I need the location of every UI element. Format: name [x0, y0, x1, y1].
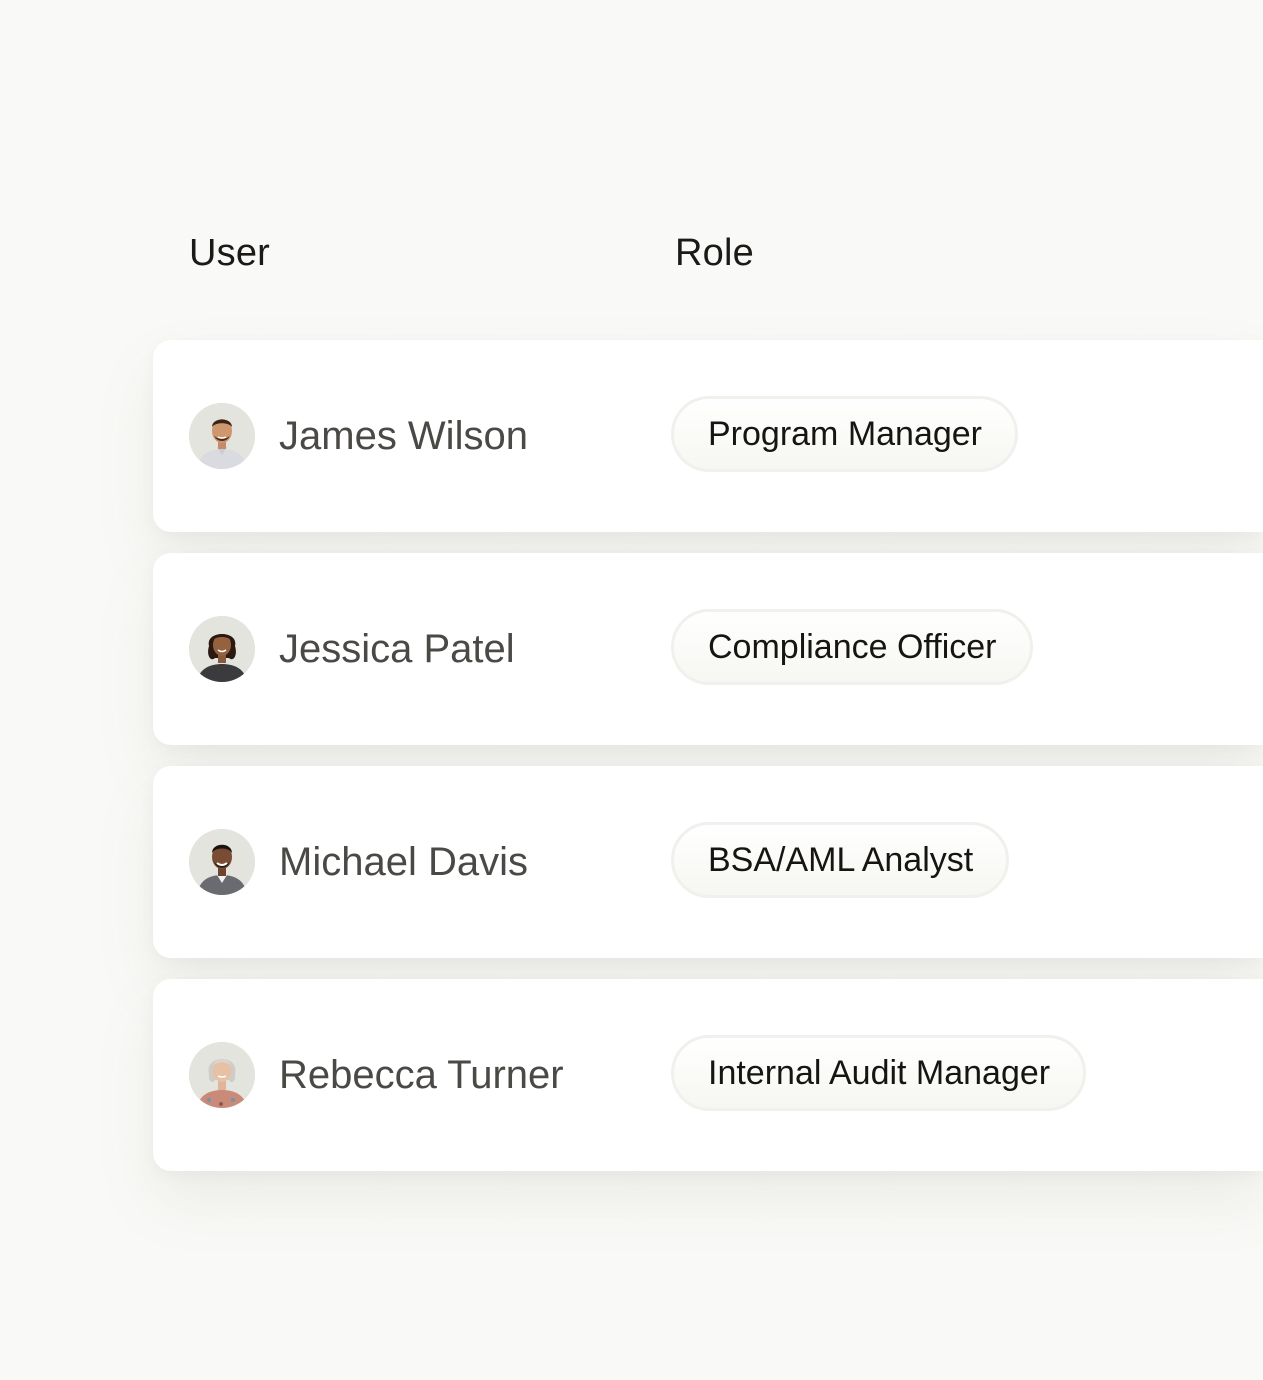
role-label: Internal Audit Manager	[708, 1054, 1051, 1092]
role-badge[interactable]: BSA/AML Analyst	[671, 822, 1010, 898]
user-name: James Wilson	[279, 414, 528, 458]
role-badge[interactable]: Internal Audit Manager	[671, 1035, 1087, 1111]
table-header: User Role	[0, 226, 1263, 280]
avatar-photo-icon	[189, 1042, 255, 1108]
table-row[interactable]: James Wilson Program Manager	[153, 340, 1263, 532]
table-row[interactable]: Rebecca Turner Internal Audit Manager	[153, 979, 1263, 1171]
avatar	[189, 616, 255, 682]
table-row[interactable]: Jessica Patel Compliance Officer	[153, 553, 1263, 745]
table-row[interactable]: Michael Davis BSA/AML Analyst	[153, 766, 1263, 958]
user-name: Michael Davis	[279, 840, 528, 884]
role-label: Compliance Officer	[708, 628, 997, 666]
column-header-user[interactable]: User	[189, 226, 270, 280]
avatar	[189, 829, 255, 895]
avatar	[189, 1042, 255, 1108]
user-name: Rebecca Turner	[279, 1053, 564, 1097]
role-badge[interactable]: Program Manager	[671, 396, 1019, 472]
role-label: Program Manager	[708, 415, 983, 453]
user-name: Jessica Patel	[279, 627, 515, 671]
avatar	[189, 403, 255, 469]
role-badge[interactable]: Compliance Officer	[671, 609, 1033, 685]
column-header-role[interactable]: Role	[675, 226, 754, 280]
avatar-photo-icon	[189, 403, 255, 469]
avatar-photo-icon	[189, 616, 255, 682]
role-label: BSA/AML Analyst	[708, 841, 974, 879]
avatar-photo-icon	[189, 829, 255, 895]
